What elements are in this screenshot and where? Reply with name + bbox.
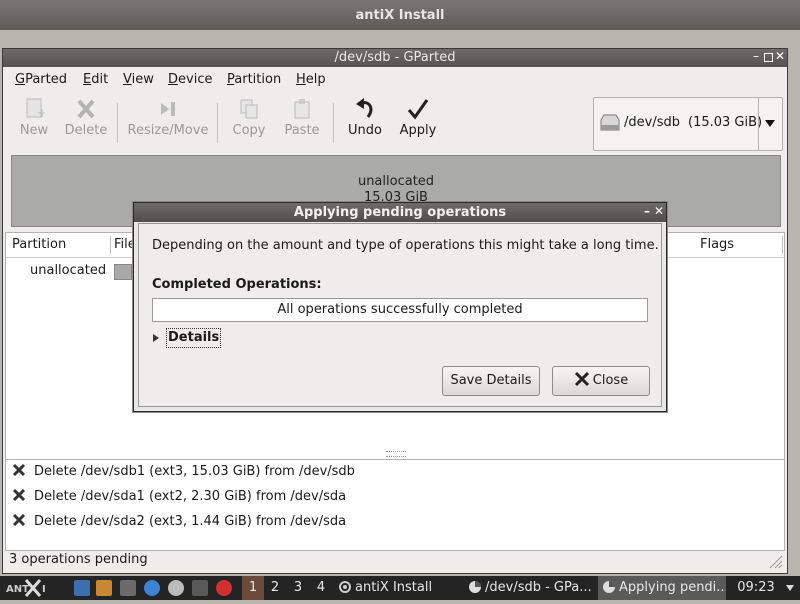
save-details-button[interactable]: Save Details	[442, 366, 540, 396]
status-bar: 3 operations pending	[9, 552, 148, 567]
outer-window-titlebar[interactable]: antiX Install	[0, 0, 800, 30]
completed-operations-label: Completed Operations:	[152, 277, 322, 292]
taskbar: ANT I 1 2 3 4 antiX Install /dev/sdb - G…	[0, 576, 800, 600]
dialog-title: Applying pending operations	[293, 205, 507, 220]
delete-icon	[12, 513, 26, 527]
copy-button[interactable]: Copy	[227, 97, 271, 151]
antix-logo-icon: ANT I	[6, 579, 46, 597]
pane-resize-handle[interactable]	[386, 451, 406, 457]
undo-button[interactable]: Undo	[343, 97, 387, 151]
row-partition: unallocated	[30, 263, 107, 278]
disk-icon[interactable]	[168, 580, 184, 596]
new-button[interactable]: + New	[13, 97, 55, 151]
workspace-3[interactable]: 3	[287, 576, 309, 600]
device-path: /dev/sdb	[624, 115, 680, 130]
close-icon	[574, 371, 589, 387]
expander-arrow-icon	[153, 334, 159, 342]
apply-button[interactable]: Apply	[395, 97, 441, 151]
workspace-2[interactable]: 2	[264, 576, 286, 600]
menubar: GParted Edit View Device Partition Help	[3, 68, 787, 92]
combo-separator	[758, 98, 759, 150]
task-applying[interactable]: Applying pendi...	[598, 576, 726, 600]
toolbar-separator	[333, 103, 334, 143]
terminal-icon[interactable]	[120, 580, 136, 596]
progress-text: All operations successfully completed	[277, 302, 523, 317]
device-size: (15.03 GiB)	[688, 115, 763, 130]
minimize-icon[interactable]: –	[751, 50, 761, 62]
svg-text:I: I	[42, 584, 46, 595]
toolbar-separator	[217, 103, 218, 143]
harddisk-icon	[600, 114, 620, 131]
apply-operations-dialog: Applying pending operations – ✕ Dependin…	[133, 202, 667, 412]
column-separator	[782, 236, 783, 254]
gparted-icon	[469, 581, 481, 593]
workspace-1[interactable]: 1	[242, 576, 264, 600]
copy-icon	[240, 99, 258, 119]
dialog-titlebar[interactable]: Applying pending operations – ✕	[134, 203, 666, 222]
gparted-titlebar[interactable]: /dev/sdb - GParted – ✕	[3, 49, 787, 67]
filesystem-color-swatch	[114, 264, 132, 280]
checkmark-icon	[407, 99, 429, 120]
browser-icon[interactable]	[144, 580, 160, 596]
list-item[interactable]: Delete /dev/sdb1 (ext3, 15.03 GiB) from …	[12, 460, 355, 484]
outer-window-title: antiX Install	[355, 8, 445, 23]
toolbar-separator	[117, 103, 118, 143]
pending-operations-list: Delete /dev/sdb1 (ext3, 15.03 GiB) from …	[5, 459, 785, 551]
dialog-message: Depending on the amount and type of oper…	[152, 238, 659, 253]
progress-bar: All operations successfully completed	[152, 298, 648, 322]
list-item[interactable]: Delete /dev/sda1 (ext2, 2.30 GiB) from /…	[12, 485, 346, 509]
gear-icon	[339, 581, 351, 593]
svg-text:ANT: ANT	[6, 584, 29, 595]
column-separator	[110, 236, 111, 254]
antix-logo[interactable]: ANT I	[4, 578, 58, 598]
close-button[interactable]: Close	[552, 366, 650, 396]
minimize-icon[interactable]: –	[642, 205, 652, 217]
clock[interactable]: 09:23	[736, 576, 776, 600]
task-antix-install[interactable]: antiX Install	[336, 576, 462, 600]
delete-button[interactable]: Delete	[61, 97, 111, 151]
task-gparted[interactable]: /dev/sdb - GPa...	[466, 576, 594, 600]
tools-icon[interactable]	[192, 580, 208, 596]
chevron-down-icon	[765, 120, 775, 127]
undo-icon	[356, 98, 373, 118]
svg-text:+: +	[37, 106, 45, 120]
workspace-4[interactable]: 4	[310, 576, 332, 600]
close-icon[interactable]: ✕	[654, 205, 664, 217]
power-icon[interactable]	[216, 580, 232, 596]
chevron-down-icon[interactable]	[784, 581, 796, 595]
gparted-icon	[603, 581, 615, 593]
list-item[interactable]: Delete /dev/sda2 (ext3, 1.44 GiB) from /…	[12, 510, 346, 534]
folder-icon[interactable]	[96, 580, 112, 596]
delete-icon	[12, 488, 26, 502]
graph-label-name: unallocated	[357, 174, 435, 189]
dialog-body: Depending on the amount and type of oper…	[138, 223, 662, 407]
new-icon: +	[26, 98, 45, 120]
resize-move-button[interactable]: Resize/Move	[125, 97, 211, 151]
column-partition[interactable]: Partition	[12, 233, 66, 257]
menu-gparted[interactable]: GParted	[15, 72, 67, 87]
close-icon[interactable]: ✕	[775, 50, 785, 62]
menu-partition[interactable]: Partition	[227, 72, 281, 87]
menu-view[interactable]: View	[123, 72, 154, 87]
gparted-window-title: /dev/sdb - GParted	[334, 50, 456, 65]
details-label: Details	[166, 328, 222, 348]
resize-icon	[161, 102, 175, 116]
menu-edit[interactable]: Edit	[83, 72, 108, 87]
menu-help[interactable]: Help	[296, 72, 326, 87]
desktop-icon[interactable]	[74, 580, 90, 596]
device-selector[interactable]: /dev/sdb (15.03 GiB)	[593, 97, 783, 151]
paste-icon	[294, 99, 310, 119]
maximize-icon[interactable]	[764, 53, 773, 62]
column-flags[interactable]: Flags	[700, 233, 734, 257]
resize-grip-icon[interactable]	[767, 553, 783, 569]
delete-icon	[77, 99, 95, 119]
menu-device[interactable]: Device	[168, 72, 212, 87]
paste-button[interactable]: Paste	[279, 97, 325, 151]
delete-icon	[12, 463, 26, 477]
